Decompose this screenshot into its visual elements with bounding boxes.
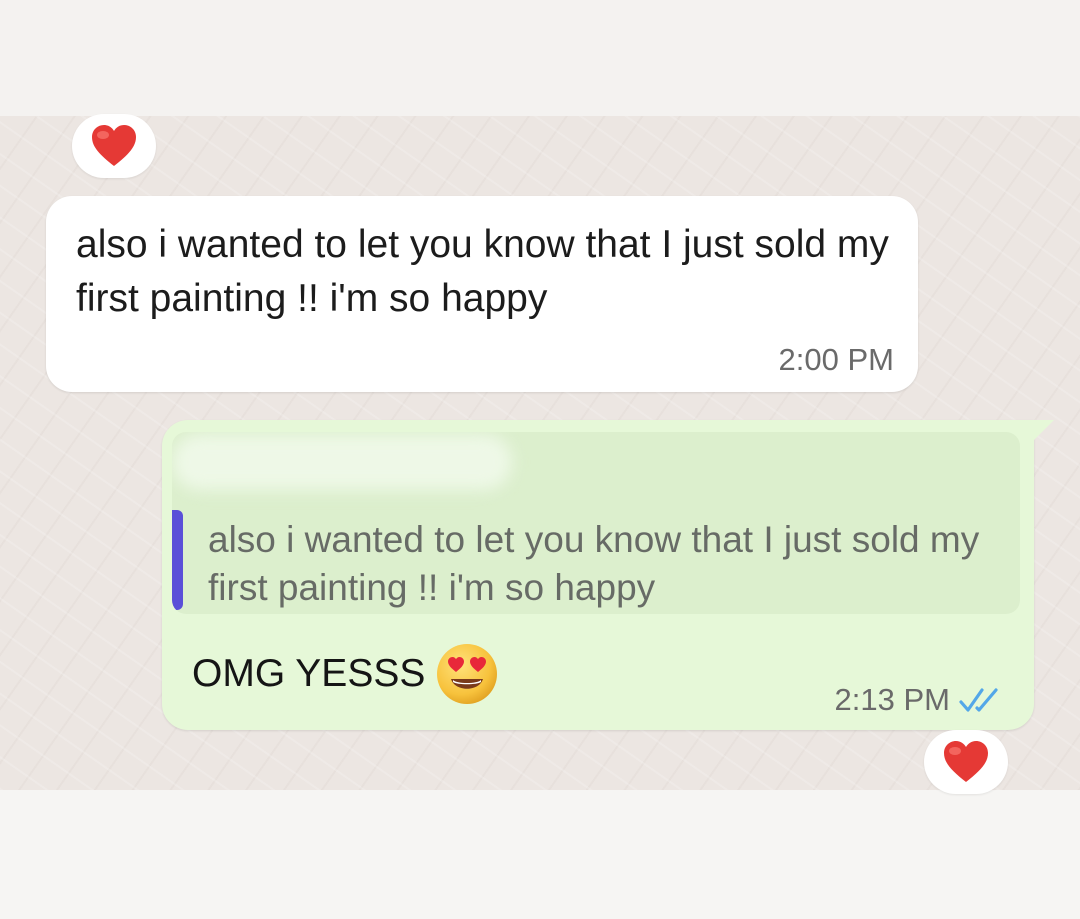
message-text-row: OMG YESSS [192,642,499,706]
redacted-sender-name [172,434,512,490]
message-timestamp: 2:00 PM [778,342,894,377]
outgoing-message-bubble[interactable]: also i wanted to let you know that I jus… [162,420,1054,730]
incoming-message-bubble[interactable]: also i wanted to let you know that I jus… [46,196,918,392]
quoted-message-text: also i wanted to let you know that I jus… [208,519,980,608]
message-text: OMG YESSS [192,652,426,695]
red-heart-icon [92,125,136,166]
bottom-margin [0,790,1080,919]
message-timestamp: 2:13 PM [834,682,950,717]
quote-accent-bar [172,510,183,610]
smiling-face-with-heart-eyes-icon [437,644,498,704]
quoted-message[interactable]: also i wanted to let you know that I jus… [172,432,1020,614]
bubble-tail [1032,420,1054,442]
double-check-icon [959,688,998,712]
reaction-badge[interactable] [924,730,1008,794]
message-text: also i wanted to let you know that I jus… [76,223,889,320]
red-heart-icon [944,741,988,782]
reaction-badge[interactable] [72,114,156,178]
top-margin [0,0,1080,116]
